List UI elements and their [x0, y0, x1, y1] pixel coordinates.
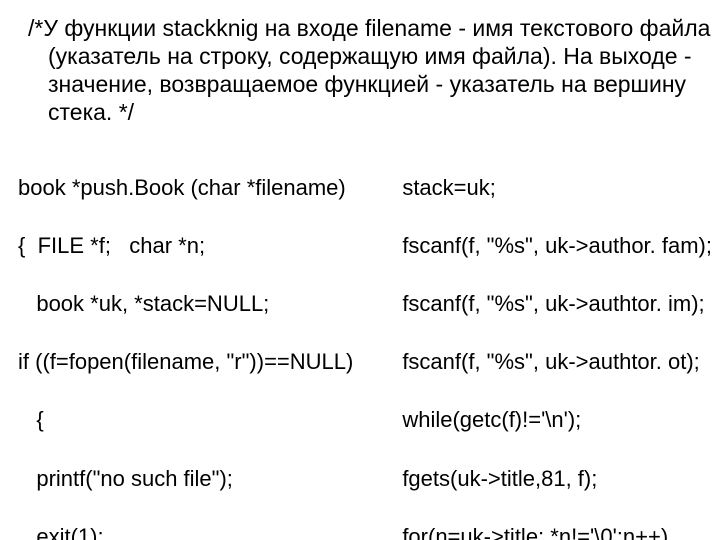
- code-line: printf("no such file");: [18, 464, 378, 493]
- code-line: { FILE *f; char *n;: [18, 231, 378, 260]
- code-line: if ((f=fopen(filename, "r"))==NULL): [18, 347, 378, 376]
- code-line: book *push.Book (char *filename): [18, 173, 378, 202]
- code-line: exit(1);: [18, 522, 378, 540]
- top-comment-block: /*У функции stackknig на входе filename …: [18, 14, 712, 126]
- document-page: /*У функции stackknig на входе filename …: [0, 0, 720, 540]
- comment-line: значение, возвращаемое функцией - указат…: [28, 70, 712, 98]
- code-line: fscanf(f, "%s", uk->authtor. ot);: [384, 347, 712, 376]
- code-line: fgets(uk->title,81, f);: [384, 464, 712, 493]
- code-right-column: stack=uk; fscanf(f, "%s", uk->author. fa…: [378, 144, 712, 540]
- code-line: for(n=uk->title; *n!='\0';n++): [384, 522, 712, 540]
- code-line: stack=uk;: [384, 173, 712, 202]
- code-columns: book *push.Book (char *filename) { FILE …: [18, 144, 712, 540]
- code-line: {: [18, 405, 378, 434]
- comment-line: /*У функции stackknig на входе filename …: [28, 14, 712, 42]
- code-line: book *uk, *stack=NULL;: [18, 289, 378, 318]
- code-line: while(getc(f)!='\n');: [384, 405, 712, 434]
- comment-line: (указатель на строку, содержащую имя фай…: [28, 42, 712, 70]
- comment-line: стека. */: [28, 98, 712, 126]
- code-line: fscanf(f, "%s", uk->author. fam);: [384, 231, 712, 260]
- code-left-column: book *push.Book (char *filename) { FILE …: [18, 144, 378, 540]
- code-line: fscanf(f, "%s", uk->authtor. im);: [384, 289, 712, 318]
